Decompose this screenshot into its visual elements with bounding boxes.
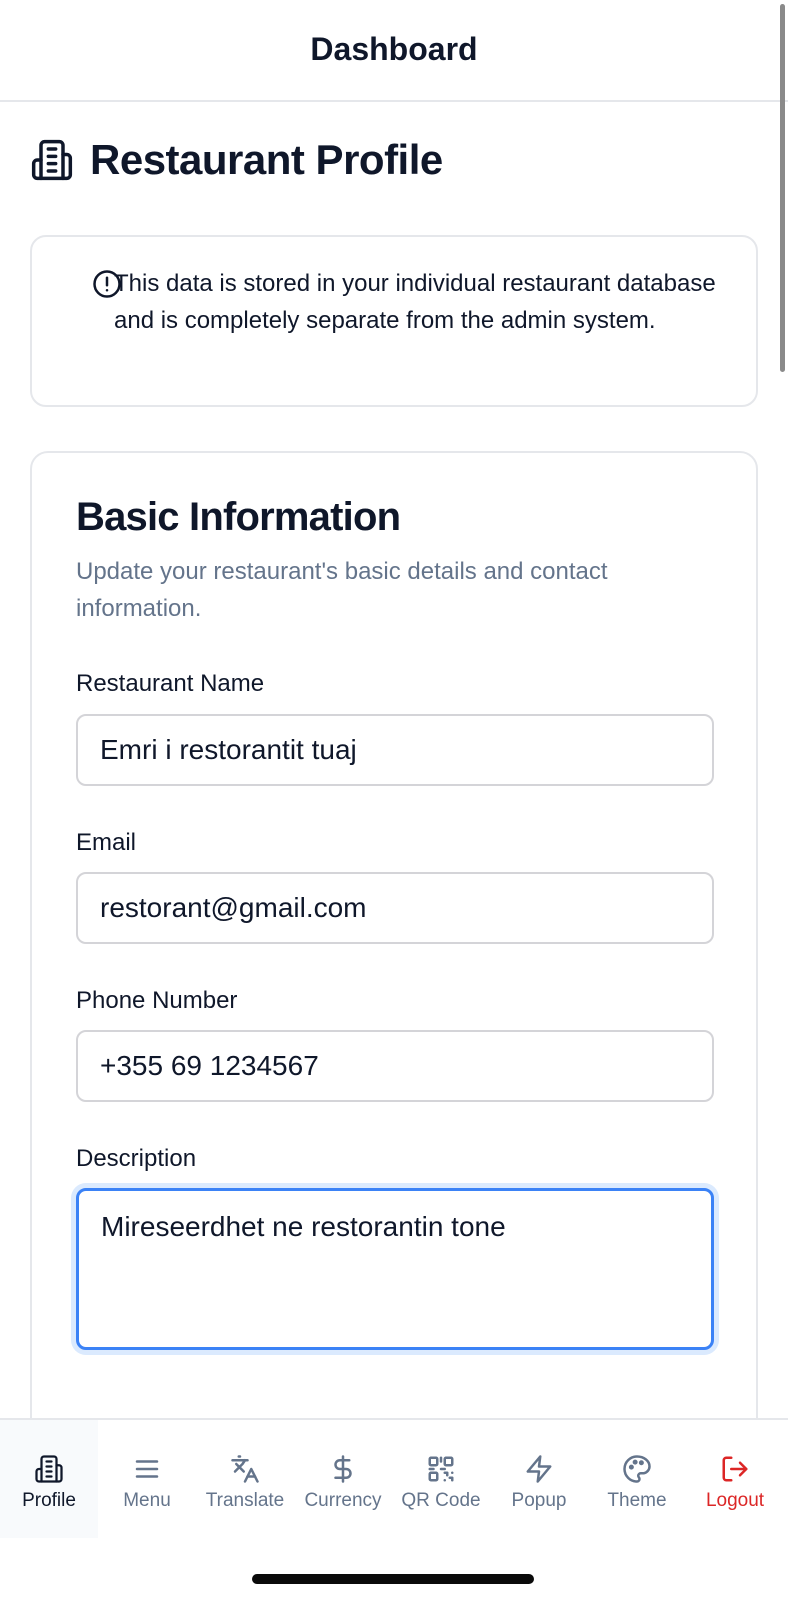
tab-logout[interactable]: Logout (686, 1420, 784, 1538)
tab-menu[interactable]: Menu (98, 1420, 196, 1538)
tab-label: Currency (304, 1490, 382, 1511)
header-title: Dashboard (310, 30, 478, 67)
scrollbar[interactable] (780, 4, 785, 372)
palette-icon (623, 1455, 651, 1483)
tab-currency[interactable]: Currency (294, 1420, 392, 1538)
restaurant-name-label: Restaurant Name (76, 670, 265, 697)
tab-label: Logout (705, 1490, 765, 1511)
basic-info-card: Basic Information Update your restaurant… (30, 451, 758, 1451)
qr-code-icon (428, 1456, 454, 1482)
phone-input[interactable] (76, 1030, 714, 1102)
info-alert: This data is stored in your individual r… (30, 235, 758, 407)
tab-label: Theme (607, 1490, 667, 1511)
tab-translate[interactable]: Translate (196, 1420, 294, 1538)
description-label: Description (76, 1145, 197, 1172)
home-indicator (252, 1574, 534, 1584)
dollar-icon (334, 1455, 352, 1483)
tab-popup[interactable]: Popup (490, 1420, 588, 1538)
menu-icon (135, 1460, 159, 1478)
tab-label: Profile (22, 1490, 76, 1511)
info-circle-icon (93, 270, 121, 298)
tab-label: QR Code (401, 1490, 481, 1511)
email-input[interactable] (76, 872, 714, 944)
alert-text: This data is stored in your individual r… (114, 270, 716, 334)
bottom-tab-bar: Profile Menu Translate Currency QR Code (0, 1418, 788, 1600)
tab-qr-code[interactable]: QR Code (392, 1420, 490, 1538)
tab-label: Menu (123, 1490, 171, 1511)
tab-label: Translate (205, 1490, 285, 1511)
description-textarea[interactable]: Mireseerdhet ne restorantin tone (76, 1188, 714, 1350)
card-title: Basic Information (76, 495, 401, 539)
building-icon (31, 139, 73, 181)
lightning-icon (526, 1455, 552, 1483)
email-label: Email (76, 829, 137, 856)
top-header: Dashboard (0, 0, 788, 102)
page-title-row: Restaurant Profile (30, 136, 443, 184)
card-subtitle: Update your restaurant's basic details a… (76, 558, 608, 622)
tab-profile[interactable]: Profile (0, 1420, 98, 1538)
building-icon (35, 1455, 63, 1483)
restaurant-name-input[interactable] (76, 714, 714, 786)
translate-icon (231, 1455, 259, 1483)
page-title: Restaurant Profile (90, 136, 443, 183)
tab-theme[interactable]: Theme (588, 1420, 686, 1538)
logout-icon (722, 1456, 748, 1482)
tab-label: Popup (511, 1490, 567, 1511)
phone-label: Phone Number (76, 987, 238, 1014)
